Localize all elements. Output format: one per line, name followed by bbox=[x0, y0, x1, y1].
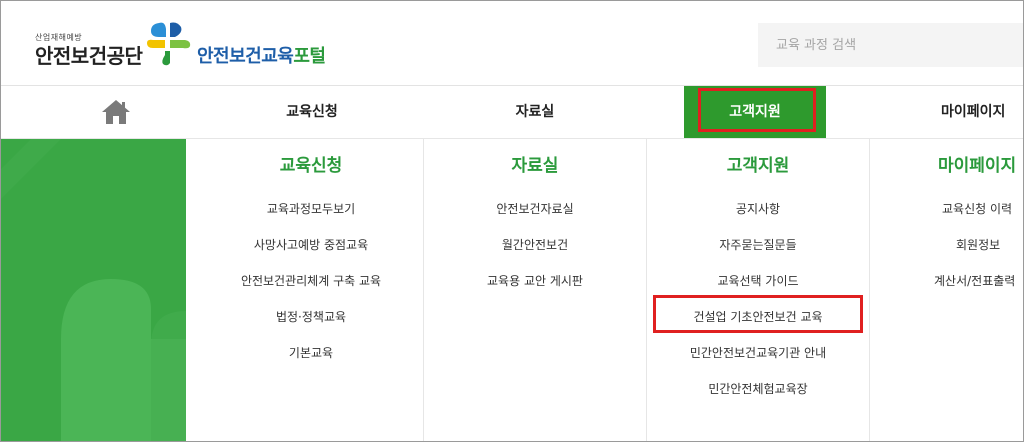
nav-item-customer-support[interactable]: 고객지원 bbox=[684, 86, 826, 138]
nav-item-course-application[interactable]: 교육신청 bbox=[256, 86, 368, 138]
menu-link[interactable]: 민간안전체험교육장 bbox=[647, 371, 869, 407]
menu-link[interactable]: 자주묻는질문들 bbox=[647, 227, 869, 263]
cross-logo-icon bbox=[147, 22, 191, 66]
menu-column-title[interactable]: 마이페이지 bbox=[870, 151, 1023, 181]
menu-column-title[interactable]: 교육신청 bbox=[199, 151, 423, 181]
nav-item-my-page[interactable]: 마이페이지 bbox=[913, 86, 1023, 138]
menu-link[interactable]: 민간안전보건교육기관 안내 bbox=[647, 335, 869, 371]
portal-name-accent: 포털 bbox=[293, 46, 326, 67]
mega-menu: 교육신청 교육과정모두보기 사망사고예방 중점교육 안전보건관리체계 구축 교육… bbox=[1, 139, 1023, 441]
menu-link[interactable]: 회원정보 bbox=[870, 227, 1023, 263]
menu-link[interactable]: 교육신청 이력 bbox=[870, 191, 1023, 227]
home-icon[interactable] bbox=[101, 99, 131, 125]
menu-column-title[interactable]: 자료실 bbox=[424, 151, 646, 181]
org-logo-name: 안전보건공단 bbox=[35, 44, 143, 68]
menu-link[interactable]: 교육용 교안 게시판 bbox=[424, 263, 646, 299]
org-logo-subtitle: 산업재해예방 bbox=[35, 33, 83, 42]
menu-column-course-application: 교육신청 교육과정모두보기 사망사고예방 중점교육 안전보건관리체계 구축 교육… bbox=[199, 139, 423, 441]
menu-link[interactable]: 교육선택 가이드 bbox=[647, 263, 869, 299]
menu-column-customer-support: 고객지원 공지사항 자주묻는질문들 교육선택 가이드 건설업 기초안전보건 교육… bbox=[646, 139, 869, 441]
menu-link-construction-safety-training[interactable]: 건설업 기초안전보건 교육 bbox=[647, 299, 869, 335]
menu-link[interactable]: 계산서/전표출력 bbox=[870, 263, 1023, 299]
course-search-input[interactable] bbox=[758, 23, 1023, 67]
menu-column-my-page: 마이페이지 교육신청 이력 회원정보 계산서/전표출력 bbox=[869, 139, 1023, 441]
org-logo[interactable]: 산업재해예방 안전보건공단 bbox=[35, 33, 143, 69]
menu-link[interactable]: 월간안전보건 bbox=[424, 227, 646, 263]
green-decor-panel bbox=[1, 139, 186, 441]
site-header: 산업재해예방 안전보건공단 안전보건교육포털 bbox=[1, 1, 1023, 86]
browser-frame: 산업재해예방 안전보건공단 안전보건교육포털 교육신청 자료실 고객지원 마이페… bbox=[0, 0, 1024, 442]
main-nav: 교육신청 자료실 고객지원 마이페이지 bbox=[1, 86, 1023, 139]
portal-name-main: 안전보건교육 bbox=[197, 46, 294, 67]
portal-name[interactable]: 안전보건교육포털 bbox=[197, 42, 326, 68]
decor-shape-icon bbox=[1, 139, 186, 441]
menu-link[interactable]: 교육과정모두보기 bbox=[199, 191, 423, 227]
menu-link[interactable]: 기본교육 bbox=[199, 335, 423, 371]
menu-link[interactable]: 공지사항 bbox=[647, 191, 869, 227]
menu-link[interactable]: 안전보건자료실 bbox=[424, 191, 646, 227]
menu-column-resources: 자료실 안전보건자료실 월간안전보건 교육용 교안 게시판 bbox=[423, 139, 646, 441]
menu-link[interactable]: 안전보건관리체계 구축 교육 bbox=[199, 263, 423, 299]
nav-item-resources[interactable]: 자료실 bbox=[479, 86, 591, 138]
menu-column-title[interactable]: 고객지원 bbox=[647, 151, 869, 181]
menu-link[interactable]: 사망사고예방 중점교육 bbox=[199, 227, 423, 263]
menu-link[interactable]: 법정·정책교육 bbox=[199, 299, 423, 335]
